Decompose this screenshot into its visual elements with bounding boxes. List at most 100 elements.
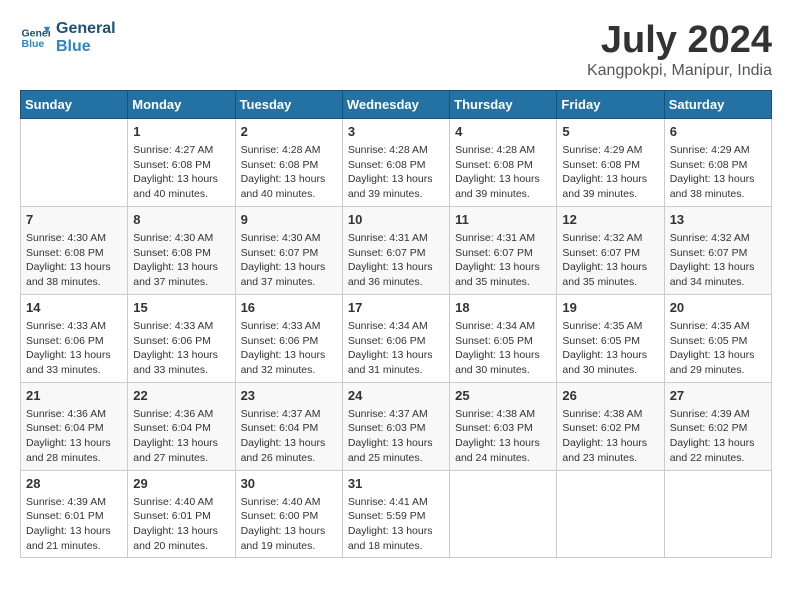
day-info: Sunset: 6:07 PM (455, 246, 551, 261)
day-number: 24 (348, 387, 444, 405)
day-info: and 38 minutes. (26, 275, 122, 290)
day-info: and 40 minutes. (133, 187, 229, 202)
day-info: Sunrise: 4:34 AM (348, 319, 444, 334)
calendar-cell (450, 470, 557, 558)
day-info: Sunset: 6:05 PM (562, 334, 658, 349)
day-info: Sunrise: 4:30 AM (26, 231, 122, 246)
day-info: Daylight: 13 hours (133, 348, 229, 363)
day-info: and 39 minutes. (455, 187, 551, 202)
day-number: 17 (348, 299, 444, 317)
day-info: Daylight: 13 hours (562, 172, 658, 187)
day-info: Daylight: 13 hours (455, 172, 551, 187)
calendar-cell: 1Sunrise: 4:27 AMSunset: 6:08 PMDaylight… (128, 118, 235, 206)
subtitle: Kangpokpi, Manipur, India (587, 62, 772, 80)
day-info: Daylight: 13 hours (26, 436, 122, 451)
calendar-cell: 3Sunrise: 4:28 AMSunset: 6:08 PMDaylight… (342, 118, 449, 206)
calendar-table: SundayMondayTuesdayWednesdayThursdayFrid… (20, 90, 772, 559)
day-number: 1 (133, 123, 229, 141)
day-info: Sunrise: 4:29 AM (670, 143, 766, 158)
day-info: and 37 minutes. (133, 275, 229, 290)
title-area: July 2024 Kangpokpi, Manipur, India (587, 20, 772, 80)
day-info: Daylight: 13 hours (348, 436, 444, 451)
day-info: and 34 minutes. (670, 275, 766, 290)
day-info: Sunset: 6:00 PM (241, 509, 337, 524)
logo-icon: General Blue (20, 23, 50, 53)
day-info: Daylight: 13 hours (133, 436, 229, 451)
day-info: Sunset: 6:07 PM (670, 246, 766, 261)
day-number: 11 (455, 211, 551, 229)
calendar-cell: 2Sunrise: 4:28 AMSunset: 6:08 PMDaylight… (235, 118, 342, 206)
day-info: Sunset: 6:02 PM (562, 421, 658, 436)
week-row-3: 14Sunrise: 4:33 AMSunset: 6:06 PMDayligh… (21, 294, 772, 382)
day-info: Sunset: 6:08 PM (348, 158, 444, 173)
day-info: Sunset: 6:04 PM (241, 421, 337, 436)
day-info: Sunrise: 4:28 AM (455, 143, 551, 158)
week-row-2: 7Sunrise: 4:30 AMSunset: 6:08 PMDaylight… (21, 206, 772, 294)
logo-blue: Blue (56, 38, 116, 56)
calendar-cell: 14Sunrise: 4:33 AMSunset: 6:06 PMDayligh… (21, 294, 128, 382)
day-number: 20 (670, 299, 766, 317)
day-info: Sunrise: 4:32 AM (670, 231, 766, 246)
day-number: 22 (133, 387, 229, 405)
day-info: Daylight: 13 hours (670, 436, 766, 451)
day-info: Sunset: 6:05 PM (670, 334, 766, 349)
column-header-wednesday: Wednesday (342, 90, 449, 118)
day-info: Sunset: 6:07 PM (241, 246, 337, 261)
week-row-1: 1Sunrise: 4:27 AMSunset: 6:08 PMDaylight… (21, 118, 772, 206)
day-info: Sunset: 6:08 PM (455, 158, 551, 173)
day-info: and 36 minutes. (348, 275, 444, 290)
day-info: Sunrise: 4:38 AM (455, 407, 551, 422)
day-info: Sunset: 6:01 PM (26, 509, 122, 524)
day-info: Daylight: 13 hours (670, 172, 766, 187)
day-number: 3 (348, 123, 444, 141)
calendar-cell: 8Sunrise: 4:30 AMSunset: 6:08 PMDaylight… (128, 206, 235, 294)
day-info: and 29 minutes. (670, 363, 766, 378)
week-row-4: 21Sunrise: 4:36 AMSunset: 6:04 PMDayligh… (21, 382, 772, 470)
calendar-cell: 23Sunrise: 4:37 AMSunset: 6:04 PMDayligh… (235, 382, 342, 470)
day-info: Sunrise: 4:27 AM (133, 143, 229, 158)
day-info: Daylight: 13 hours (26, 260, 122, 275)
day-info: and 35 minutes. (455, 275, 551, 290)
day-info: Sunrise: 4:39 AM (26, 495, 122, 510)
day-info: Sunrise: 4:30 AM (241, 231, 337, 246)
day-info: Sunset: 6:03 PM (348, 421, 444, 436)
day-number: 30 (241, 475, 337, 493)
day-info: Sunset: 6:08 PM (26, 246, 122, 261)
calendar-cell: 29Sunrise: 4:40 AMSunset: 6:01 PMDayligh… (128, 470, 235, 558)
day-info: Daylight: 13 hours (348, 348, 444, 363)
column-header-friday: Friday (557, 90, 664, 118)
day-info: Sunrise: 4:35 AM (670, 319, 766, 334)
calendar-cell: 18Sunrise: 4:34 AMSunset: 6:05 PMDayligh… (450, 294, 557, 382)
day-number: 9 (241, 211, 337, 229)
day-info: Sunset: 5:59 PM (348, 509, 444, 524)
day-info: and 18 minutes. (348, 539, 444, 554)
day-info: and 33 minutes. (26, 363, 122, 378)
day-info: Daylight: 13 hours (241, 172, 337, 187)
day-info: and 20 minutes. (133, 539, 229, 554)
day-info: Daylight: 13 hours (562, 436, 658, 451)
calendar-cell: 19Sunrise: 4:35 AMSunset: 6:05 PMDayligh… (557, 294, 664, 382)
day-info: Daylight: 13 hours (348, 260, 444, 275)
day-info: Daylight: 13 hours (348, 172, 444, 187)
day-info: Sunrise: 4:36 AM (26, 407, 122, 422)
logo-general: General (56, 20, 116, 38)
calendar-cell: 15Sunrise: 4:33 AMSunset: 6:06 PMDayligh… (128, 294, 235, 382)
calendar-cell: 5Sunrise: 4:29 AMSunset: 6:08 PMDaylight… (557, 118, 664, 206)
calendar-cell: 31Sunrise: 4:41 AMSunset: 5:59 PMDayligh… (342, 470, 449, 558)
day-info: Sunrise: 4:33 AM (133, 319, 229, 334)
day-info: Sunrise: 4:31 AM (455, 231, 551, 246)
day-info: Sunset: 6:01 PM (133, 509, 229, 524)
day-number: 27 (670, 387, 766, 405)
day-info: Daylight: 13 hours (348, 524, 444, 539)
day-info: and 38 minutes. (670, 187, 766, 202)
day-number: 5 (562, 123, 658, 141)
column-header-tuesday: Tuesday (235, 90, 342, 118)
day-info: Sunset: 6:06 PM (348, 334, 444, 349)
day-info: Sunrise: 4:29 AM (562, 143, 658, 158)
day-info: Sunrise: 4:31 AM (348, 231, 444, 246)
day-info: and 28 minutes. (26, 451, 122, 466)
calendar-cell: 9Sunrise: 4:30 AMSunset: 6:07 PMDaylight… (235, 206, 342, 294)
day-info: Daylight: 13 hours (455, 348, 551, 363)
day-info: Sunrise: 4:30 AM (133, 231, 229, 246)
day-number: 6 (670, 123, 766, 141)
